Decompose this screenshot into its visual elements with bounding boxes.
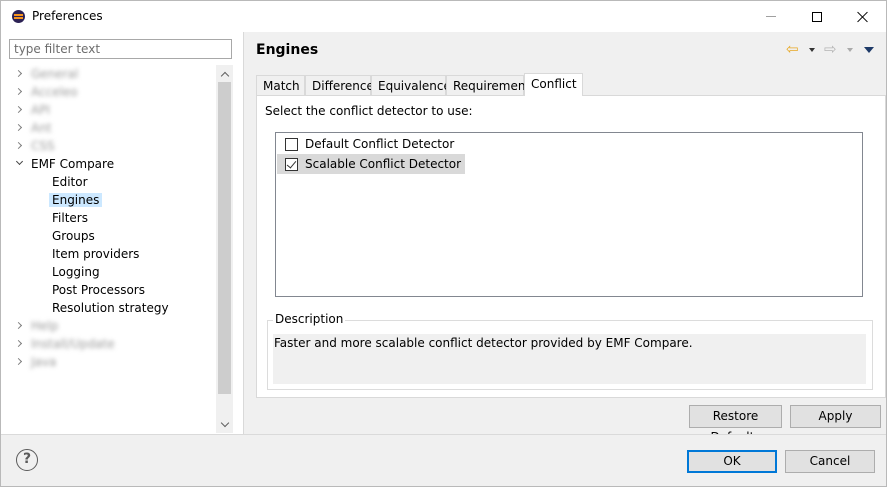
detector-label: Default Conflict Detector: [305, 137, 455, 151]
expand-arrow-icon[interactable]: [14, 141, 23, 150]
description-text: Faster and more scalable conflict detect…: [273, 334, 866, 384]
filter-input[interactable]: [9, 39, 232, 59]
tree-item-editor[interactable]: Editor: [49, 173, 91, 191]
apply-button[interactable]: Apply: [790, 405, 881, 428]
conflict-prompt: Select the conflict detector to use:: [265, 104, 473, 118]
preference-tree-pane: General Acceleo API Ant CSS EMF Compare: [1, 32, 243, 434]
description-group: Description Faster and more scalable con…: [267, 312, 873, 390]
tree-scrollbar[interactable]: [216, 65, 233, 433]
detector-label: Scalable Conflict Detector: [305, 157, 462, 171]
detector-default[interactable]: Default Conflict Detector: [277, 134, 458, 154]
close-icon: [857, 11, 869, 23]
tab-match[interactable]: Match: [256, 75, 305, 96]
expand-arrow-icon[interactable]: [14, 105, 23, 114]
tab-difference[interactable]: Difference: [305, 75, 374, 96]
minimize-button[interactable]: [748, 1, 794, 32]
preferences-window: Preferences General Acceleo API Ant: [0, 0, 887, 487]
dialog-footer: ? OK Cancel: [1, 434, 886, 486]
conflict-tab-panel: Select the conflict detector to use: Def…: [256, 95, 886, 398]
tab-conflict[interactable]: Conflict: [524, 73, 583, 96]
cancel-button[interactable]: Cancel: [785, 450, 875, 473]
expand-arrow-icon[interactable]: [14, 339, 23, 348]
detector-list: Default Conflict Detector Scalable Confl…: [275, 132, 863, 297]
back-history-dropdown-icon[interactable]: [809, 48, 815, 52]
chevron-down-icon: [220, 418, 229, 427]
window-title: Preferences: [32, 9, 103, 23]
expand-arrow-icon[interactable]: [14, 321, 23, 330]
scalable-detector-checkbox[interactable]: [285, 158, 298, 171]
expand-arrow-icon[interactable]: [14, 69, 23, 78]
scroll-thumb[interactable]: [218, 82, 231, 394]
tree-item-engines[interactable]: Engines: [49, 191, 103, 209]
tab-requirement[interactable]: Requirement: [446, 75, 530, 96]
help-icon[interactable]: ?: [16, 449, 38, 471]
close-button[interactable]: [840, 1, 886, 32]
description-label: Description: [273, 312, 346, 326]
tree-item-post-processors[interactable]: Post Processors: [49, 281, 148, 299]
scroll-up-button[interactable]: [216, 65, 233, 82]
scroll-down-button[interactable]: [216, 416, 233, 433]
collapse-arrow-icon[interactable]: [15, 157, 24, 166]
preference-tree: General Acceleo API Ant CSS EMF Compare: [1, 65, 216, 430]
back-arrow-icon[interactable]: ⇦: [786, 42, 799, 57]
page-title: Engines: [256, 42, 319, 58]
maximize-icon: [812, 11, 822, 22]
tree-item-resolution-strategy[interactable]: Resolution strategy: [49, 299, 172, 317]
tree-item-groups[interactable]: Groups: [49, 227, 98, 245]
chevron-up-icon: [220, 71, 229, 80]
eclipse-icon: [12, 10, 25, 23]
expand-arrow-icon[interactable]: [14, 357, 23, 366]
minimize-icon: [766, 16, 776, 17]
default-detector-checkbox[interactable]: [285, 138, 298, 151]
forward-history-dropdown-icon[interactable]: [847, 48, 853, 52]
ok-button[interactable]: OK: [687, 450, 777, 473]
preference-page: Engines ⇦ ⇨ Match Difference Equivalence…: [244, 32, 886, 444]
tree-item-logging[interactable]: Logging: [49, 263, 103, 281]
navigation-toolbar: ⇦ ⇨: [784, 40, 884, 60]
tree-item-filters[interactable]: Filters: [49, 209, 91, 227]
maximize-button[interactable]: [794, 1, 840, 32]
restore-defaults-button[interactable]: Restore Defaults: [689, 405, 782, 444]
view-menu-icon[interactable]: [864, 47, 874, 53]
tree-item-item-providers[interactable]: Item providers: [49, 245, 142, 263]
tab-equivalence[interactable]: Equivalence: [371, 75, 451, 96]
forward-arrow-icon[interactable]: ⇨: [824, 42, 837, 57]
title-bar: Preferences: [1, 1, 886, 32]
expand-arrow-icon[interactable]: [14, 123, 23, 132]
expand-arrow-icon[interactable]: [14, 87, 23, 96]
detector-scalable[interactable]: Scalable Conflict Detector: [277, 154, 466, 174]
